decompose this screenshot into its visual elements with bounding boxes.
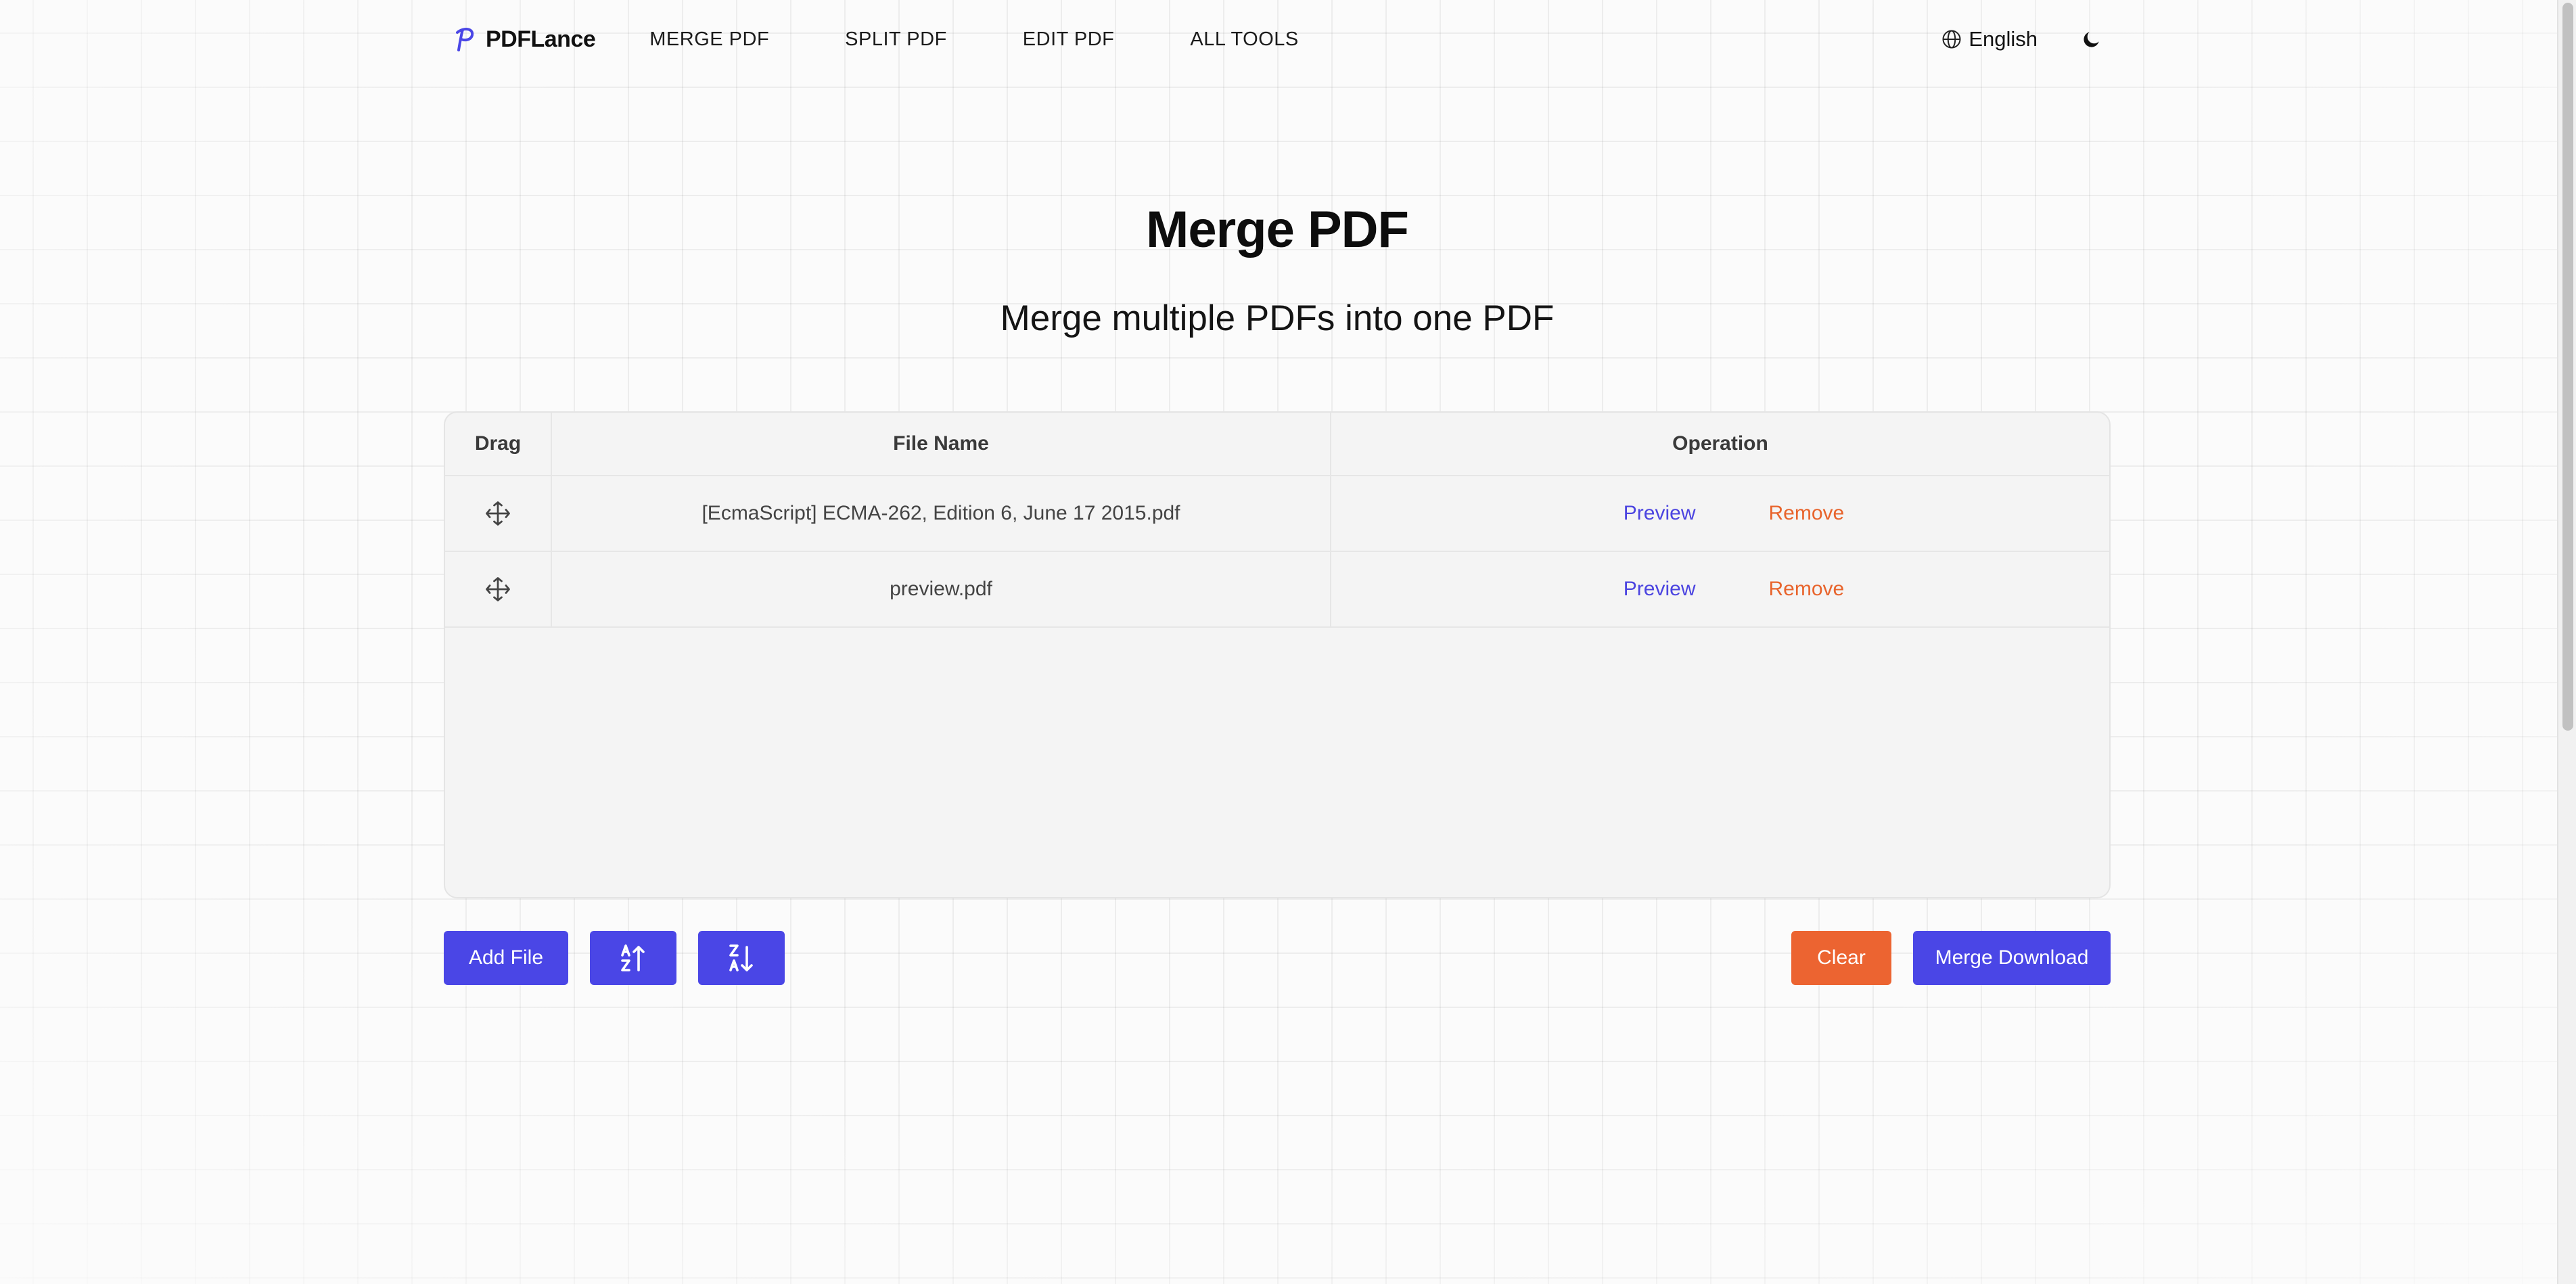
file-name: [EcmaScript] ECMA-262, Edition 6, June 1… <box>552 476 1331 551</box>
move-icon[interactable] <box>483 574 513 604</box>
column-header-drag: Drag <box>445 413 552 475</box>
top-header: PDFLance MERGE PDF SPLIT PDF EDIT PDF AL… <box>444 0 2111 78</box>
sort-descending-button[interactable] <box>698 931 785 985</box>
table-header: Drag File Name Operation <box>445 413 2109 476</box>
sort-a-z-icon <box>621 944 645 971</box>
sort-z-a-icon <box>729 944 753 971</box>
page-title: Merge PDF <box>1146 201 1409 258</box>
page-subtitle: Merge multiple PDFs into one PDF <box>1000 298 1555 338</box>
drag-cell <box>445 552 552 626</box>
clear-button[interactable]: Clear <box>1791 931 1891 985</box>
file-table: Drag File Name Operation [EcmaScript] EC… <box>444 411 2111 898</box>
nav-edit-pdf[interactable]: EDIT PDF <box>1023 28 1115 51</box>
operation-cell: Preview Remove <box>1331 476 2109 551</box>
vertical-scrollbar[interactable] <box>2557 0 2576 1284</box>
move-icon[interactable] <box>483 499 513 528</box>
scrollbar-thumb[interactable] <box>2562 3 2573 731</box>
language-label: English <box>1969 27 2038 51</box>
column-header-operation: Operation <box>1672 432 1768 455</box>
column-header-file-name: File Name <box>552 413 1331 475</box>
table-row: preview.pdf Preview Remove <box>445 552 2109 628</box>
logo[interactable]: PDFLance <box>449 24 596 54</box>
operation-cell: Preview Remove <box>1331 552 2109 626</box>
remove-link[interactable]: Remove <box>1768 502 1844 525</box>
language-selector[interactable]: English <box>1941 27 2038 51</box>
logo-icon <box>456 28 474 51</box>
globe-icon <box>1942 30 1961 49</box>
file-name: preview.pdf <box>552 552 1331 626</box>
remove-link[interactable]: Remove <box>1768 578 1844 601</box>
header-actions: English <box>1941 27 2102 51</box>
nav-merge-pdf[interactable]: MERGE PDF <box>649 28 769 51</box>
add-file-button[interactable]: Add File <box>444 931 568 985</box>
merge-download-button[interactable]: Merge Download <box>1913 931 2111 985</box>
preview-link[interactable]: Preview <box>1624 502 1696 525</box>
main-nav: MERGE PDF SPLIT PDF EDIT PDF ALL TOOLS <box>649 28 1374 51</box>
sort-ascending-button[interactable] <box>590 931 676 985</box>
nav-split-pdf[interactable]: SPLIT PDF <box>845 28 947 51</box>
drag-cell <box>445 476 552 551</box>
moon-icon[interactable] <box>2081 28 2102 50</box>
table-row: [EcmaScript] ECMA-262, Edition 6, June 1… <box>445 476 2109 552</box>
nav-all-tools[interactable]: ALL TOOLS <box>1190 28 1298 51</box>
logo-text: PDFLance <box>486 26 596 52</box>
preview-link[interactable]: Preview <box>1624 578 1696 601</box>
